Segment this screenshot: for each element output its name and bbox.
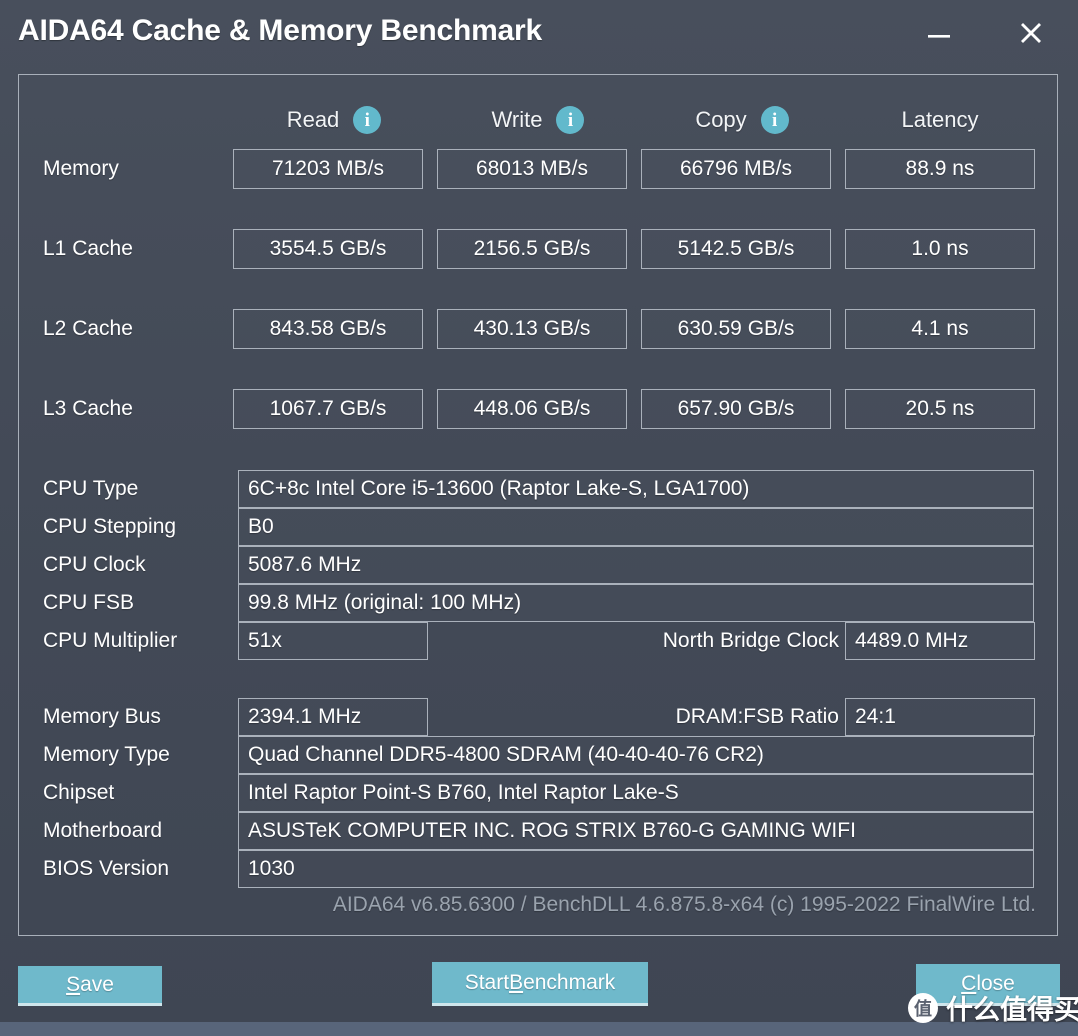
cpu-type-row: CPU Type 6C+8c Intel Core i5-13600 (Rapt… xyxy=(19,470,1059,508)
cpu-type-label: CPU Type xyxy=(43,477,139,500)
column-header-write: Write i xyxy=(437,99,639,141)
l3-read-value: 1067.7 GB/s xyxy=(233,389,423,429)
l3-copy-value: 657.90 GB/s xyxy=(641,389,831,429)
table-row: L1 Cache 3554.5 GB/s 2156.5 GB/s 5142.5 … xyxy=(19,229,1059,269)
column-header-latency: Latency xyxy=(845,99,1035,141)
north-bridge-clock-label: North Bridge Clock xyxy=(662,629,839,652)
l2-read-value: 843.58 GB/s xyxy=(233,309,423,349)
table-row: L2 Cache 843.58 GB/s 430.13 GB/s 630.59 … xyxy=(19,309,1059,349)
watermark: 值 什么值得买 xyxy=(908,988,1078,1027)
write-info-icon[interactable]: i xyxy=(556,106,585,134)
close-icon xyxy=(1008,10,1054,56)
cpu-multiplier-label: CPU Multiplier xyxy=(43,629,178,652)
memory-read-value: 71203 MB/s xyxy=(233,149,423,189)
column-header-latency-label: Latency xyxy=(901,107,979,132)
l2-copy-value: 630.59 GB/s xyxy=(641,309,831,349)
memory-write-value: 68013 MB/s xyxy=(437,149,627,189)
cpu-type-value: 6C+8c Intel Core i5-13600 (Raptor Lake-S… xyxy=(238,470,1034,508)
start-button-accel: B xyxy=(509,970,524,994)
copy-info-icon[interactable]: i xyxy=(760,106,789,134)
table-row: L3 Cache 1067.7 GB/s 448.06 GB/s 657.90 … xyxy=(19,389,1059,429)
bios-version-value: 1030 xyxy=(238,850,1034,888)
cpu-stepping-label: CPU Stepping xyxy=(43,515,177,538)
save-button-accel: S xyxy=(66,972,81,996)
l1-read-value: 3554.5 GB/s xyxy=(233,229,423,269)
memory-type-row: Memory Type Quad Channel DDR5-4800 SDRAM… xyxy=(19,736,1059,774)
l2-write-value: 430.13 GB/s xyxy=(437,309,627,349)
memory-bus-value: 2394.1 MHz xyxy=(238,698,428,736)
window-title: AIDA64 Cache & Memory Benchmark xyxy=(18,14,542,47)
l1-latency-value: 1.0 ns xyxy=(845,229,1035,269)
bios-version-label: BIOS Version xyxy=(43,857,170,880)
l1-copy-value: 5142.5 GB/s xyxy=(641,229,831,269)
main-panel: Read i Write i Copy i Latency Memory 712… xyxy=(18,74,1058,936)
cpu-clock-value: 5087.6 MHz xyxy=(238,546,1034,584)
column-header-copy: Copy i xyxy=(641,99,843,141)
column-header-read: Read i xyxy=(233,99,435,141)
start-button-label: enchmark xyxy=(523,970,616,994)
cpu-clock-label: CPU Clock xyxy=(43,553,146,576)
l2-latency-value: 4.1 ns xyxy=(845,309,1035,349)
north-bridge-clock-value: 4489.0 MHz xyxy=(845,622,1035,660)
watermark-text: 什么值得买 xyxy=(946,995,1078,1026)
chipset-label: Chipset xyxy=(43,781,115,804)
cpu-fsb-row: CPU FSB 99.8 MHz (original: 100 MHz) xyxy=(19,584,1059,622)
cpu-fsb-value: 99.8 MHz (original: 100 MHz) xyxy=(238,584,1034,622)
table-row: Memory 71203 MB/s 68013 MB/s 66796 MB/s … xyxy=(19,149,1059,189)
chipset-value: Intel Raptor Point-S B760, Intel Raptor … xyxy=(238,774,1034,812)
column-header-read-label: Read xyxy=(286,107,340,132)
l3-write-value: 448.06 GB/s xyxy=(437,389,627,429)
memory-latency-value: 88.9 ns xyxy=(845,149,1035,189)
cpu-stepping-row: CPU Stepping B0 xyxy=(19,508,1059,546)
title-bar: AIDA64 Cache & Memory Benchmark xyxy=(0,0,1078,66)
memory-type-label: Memory Type xyxy=(43,743,170,766)
bench-row-label-memory: Memory xyxy=(43,157,119,180)
motherboard-value: ASUSTeK COMPUTER INC. ROG STRIX B760-G G… xyxy=(238,812,1034,850)
version-footer-text: AIDA64 v6.85.6300 / BenchDLL 4.6.875.8-x… xyxy=(332,893,1036,916)
bench-row-label-l2-cache: L2 Cache xyxy=(43,317,133,340)
memory-bus-label: Memory Bus xyxy=(43,705,161,728)
cpu-fsb-label: CPU FSB xyxy=(43,591,135,614)
cpu-clock-row: CPU Clock 5087.6 MHz xyxy=(19,546,1059,584)
memory-copy-value: 66796 MB/s xyxy=(641,149,831,189)
minimize-icon xyxy=(916,10,962,56)
benchmark-column-headers: Read i Write i Copy i Latency xyxy=(19,99,1059,141)
save-button[interactable]: Save xyxy=(18,966,162,1006)
save-button-label: ave xyxy=(80,972,114,996)
bench-row-label-l3-cache: L3 Cache xyxy=(43,397,133,420)
memory-bus-row: Memory Bus 2394.1 MHz DRAM:FSB Ratio 24:… xyxy=(19,698,1059,736)
dram-fsb-ratio-value: 24:1 xyxy=(845,698,1035,736)
column-header-write-label: Write xyxy=(491,107,543,132)
cpu-multiplier-value: 51x xyxy=(238,622,428,660)
column-header-copy-label: Copy xyxy=(695,107,747,132)
start-benchmark-button[interactable]: Start Benchmark xyxy=(432,962,648,1006)
minimize-button[interactable] xyxy=(916,10,962,56)
motherboard-label: Motherboard xyxy=(43,819,163,842)
motherboard-row: Motherboard ASUSTeK COMPUTER INC. ROG ST… xyxy=(19,812,1059,850)
cpu-stepping-value: B0 xyxy=(238,508,1034,546)
dram-fsb-ratio-label: DRAM:FSB Ratio xyxy=(675,705,839,728)
l3-latency-value: 20.5 ns xyxy=(845,389,1035,429)
chipset-row: Chipset Intel Raptor Point-S B760, Intel… xyxy=(19,774,1059,812)
start-button-prefix: Start xyxy=(464,970,510,994)
read-info-icon[interactable]: i xyxy=(353,106,382,134)
close-window-button[interactable] xyxy=(1008,10,1054,56)
memory-type-value: Quad Channel DDR5-4800 SDRAM (40-40-40-7… xyxy=(238,736,1034,774)
cpu-multiplier-row: CPU Multiplier 51x North Bridge Clock 44… xyxy=(19,622,1059,660)
bench-row-label-l1-cache: L1 Cache xyxy=(43,237,133,260)
l1-write-value: 2156.5 GB/s xyxy=(437,229,627,269)
bios-version-row: BIOS Version 1030 xyxy=(19,850,1059,888)
smzdm-logo-icon: 值 xyxy=(908,992,938,1023)
